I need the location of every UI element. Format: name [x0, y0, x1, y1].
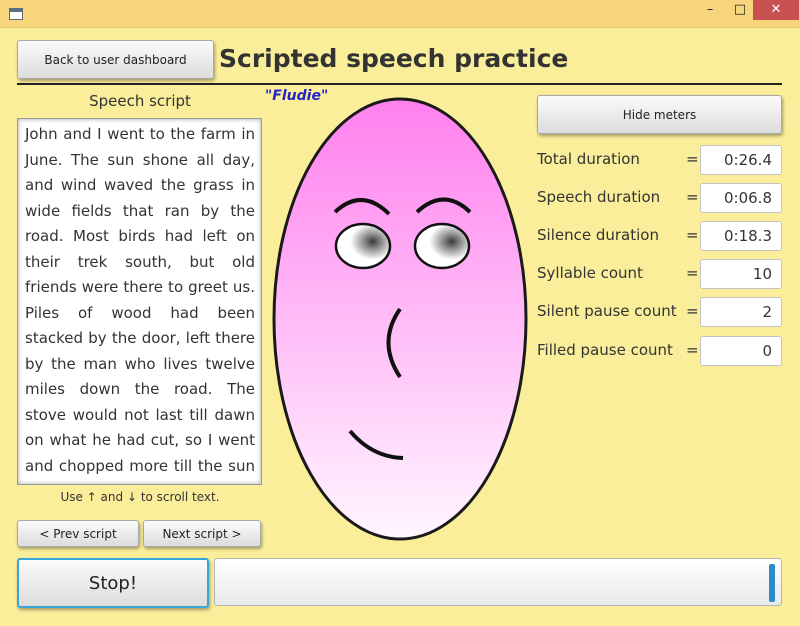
- meter-value: 0:18.3: [700, 221, 782, 251]
- character-face: [272, 97, 528, 541]
- meter-equals: =: [686, 150, 699, 168]
- right-eye: [413, 222, 471, 270]
- meter-silent-pause-count: Silent pause count = 2: [537, 297, 782, 327]
- meter-label: Speech duration: [537, 188, 661, 206]
- progress-bar: [214, 558, 782, 606]
- prev-script-button[interactable]: < Prev script: [17, 520, 139, 547]
- meter-total-duration: Total duration = 0:26.4: [537, 145, 782, 175]
- meter-label: Silent pause count: [537, 302, 677, 320]
- meter-label: Syllable count: [537, 264, 643, 282]
- minimize-button[interactable]: –: [693, 0, 727, 20]
- meter-syllable-count: Syllable count = 10: [537, 259, 782, 289]
- app-icon: [9, 8, 23, 20]
- left-eye: [334, 222, 392, 270]
- meter-equals: =: [686, 341, 699, 359]
- progress-indicator: [769, 564, 776, 602]
- meter-equals: =: [686, 302, 699, 320]
- maximize-button[interactable]: □: [727, 0, 753, 20]
- meter-label: Total duration: [537, 150, 640, 168]
- meter-value: 10: [700, 259, 782, 289]
- script-label: Speech script: [89, 92, 191, 110]
- meter-value: 2: [700, 297, 782, 327]
- meter-label: Filled pause count: [537, 341, 673, 359]
- scroll-hint: Use ↑ and ↓ to scroll text.: [60, 490, 220, 504]
- window-titlebar: – □ ✕: [0, 0, 800, 28]
- meter-speech-duration: Speech duration = 0:06.8: [537, 183, 782, 213]
- stop-button[interactable]: Stop!: [17, 558, 209, 608]
- next-script-button[interactable]: Next script >: [143, 520, 261, 547]
- meter-equals: =: [686, 226, 699, 244]
- script-text: John and I went to the farm in June. The…: [25, 125, 255, 484]
- meter-filled-pause-count: Filled pause count = 0: [537, 336, 782, 366]
- script-text-area[interactable]: John and I went to the farm in June. The…: [17, 118, 262, 485]
- meter-value: 0:26.4: [700, 145, 782, 175]
- title-divider: [17, 83, 782, 85]
- meter-silence-duration: Silence duration = 0:18.3: [537, 221, 782, 251]
- meter-equals: =: [686, 264, 699, 282]
- meter-value: 0:06.8: [700, 183, 782, 213]
- hide-meters-button[interactable]: Hide meters: [537, 95, 782, 134]
- page-title: Scripted speech practice: [219, 44, 569, 73]
- meter-value: 0: [700, 336, 782, 366]
- back-to-dashboard-button[interactable]: Back to user dashboard: [17, 40, 214, 79]
- close-button[interactable]: ✕: [753, 0, 799, 20]
- meter-label: Silence duration: [537, 226, 659, 244]
- face-outline: [272, 97, 528, 541]
- meter-equals: =: [686, 188, 699, 206]
